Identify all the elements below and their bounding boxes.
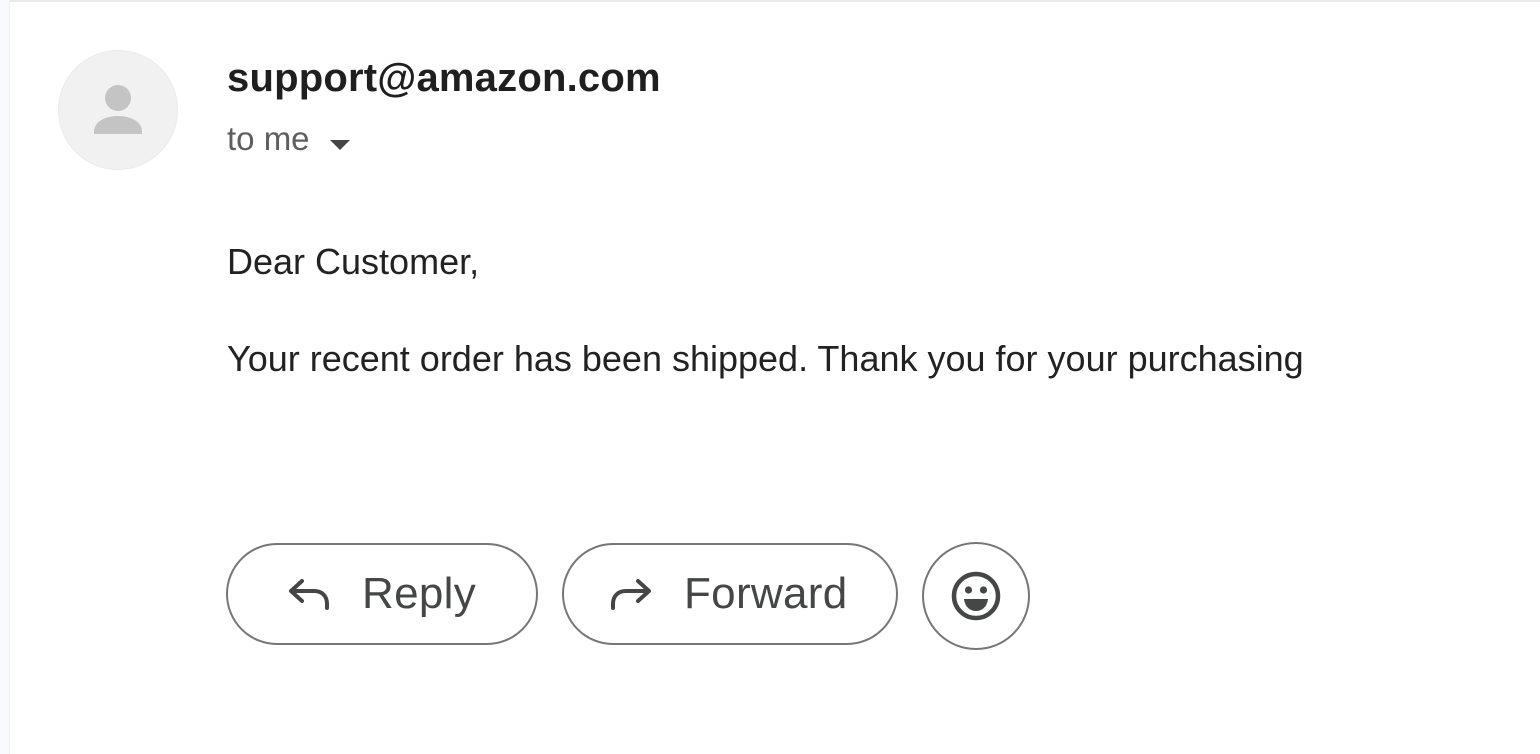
recipient-line: to me [227,118,352,160]
emoji-reaction-button[interactable] [922,542,1030,650]
sender-email: support@amazon.com [227,56,661,100]
forward-button[interactable]: Forward [562,543,898,645]
email-message-pane: support@amazon.com to me Dear Customer, … [10,0,1540,754]
forward-arrow-icon [608,576,654,612]
caret-down-icon[interactable] [328,122,352,160]
reply-button[interactable]: Reply [226,543,538,645]
email-body-line: Your recent order has been shipped. Than… [227,338,1304,379]
default-person-icon [94,85,142,134]
sender-avatar[interactable] [58,50,178,170]
forward-label: Forward [684,569,848,618]
reply-arrow-icon [286,576,332,612]
recipient-label: to me [227,120,310,157]
top-divider [10,0,1540,2]
email-greeting: Dear Customer, [227,241,480,282]
emoji-smile-icon [950,570,1002,622]
reply-label: Reply [362,569,476,618]
